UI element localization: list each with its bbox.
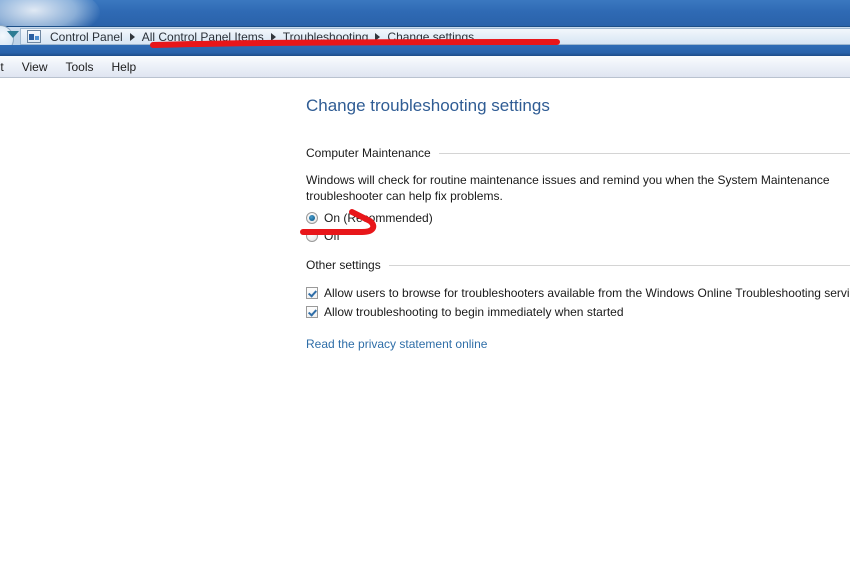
privacy-statement-link[interactable]: Read the privacy statement online bbox=[306, 337, 487, 351]
menu-item-view[interactable]: View bbox=[22, 60, 48, 74]
control-panel-icon bbox=[27, 30, 41, 43]
menu-item-tools[interactable]: Tools bbox=[65, 60, 93, 74]
radio-on-label: On (Recommended) bbox=[324, 210, 433, 225]
content-pane: Change troubleshooting settings Computer… bbox=[0, 79, 850, 578]
section-header: Computer Maintenance bbox=[306, 146, 850, 160]
breadcrumb-field[interactable]: Control Panel All Control Panel Items Tr… bbox=[20, 28, 850, 45]
section-header: Other settings bbox=[306, 258, 850, 272]
menu-bar: dit View Tools Help bbox=[0, 56, 850, 78]
breadcrumb-item-change-settings[interactable]: Change settings bbox=[387, 30, 474, 44]
maintenance-description: Windows will check for routine maintenan… bbox=[306, 173, 830, 203]
chevron-right-icon[interactable] bbox=[375, 32, 381, 41]
section-title: Other settings bbox=[306, 258, 381, 272]
checkbox-allow-begin-immediately-icon[interactable] bbox=[306, 306, 318, 318]
breadcrumb-item-troubleshooting[interactable]: Troubleshooting bbox=[283, 30, 369, 44]
radio-option-on[interactable]: On (Recommended) bbox=[306, 209, 850, 226]
address-bar: Control Panel All Control Panel Items Tr… bbox=[0, 26, 850, 45]
page-title: Change troubleshooting settings bbox=[306, 96, 550, 115]
radio-option-off[interactable]: Off bbox=[306, 227, 850, 244]
control-panel-window: Control Panel All Control Panel Items Tr… bbox=[0, 0, 850, 578]
radio-off-icon[interactable] bbox=[306, 229, 318, 242]
section-computer-maintenance: Computer Maintenance Windows will check … bbox=[306, 146, 850, 244]
chevron-right-icon[interactable] bbox=[129, 32, 135, 41]
menu-item-help[interactable]: Help bbox=[112, 60, 137, 74]
section-divider bbox=[388, 264, 850, 266]
section-title: Computer Maintenance bbox=[306, 146, 431, 160]
chevron-right-icon[interactable] bbox=[270, 32, 276, 41]
menu-item-edit[interactable]: dit bbox=[0, 60, 4, 74]
checkbox-allow-begin-immediately-label: Allow troubleshooting to begin immediate… bbox=[324, 305, 624, 319]
checkbox-allow-browse-icon[interactable] bbox=[306, 287, 318, 299]
window-frame-band bbox=[0, 45, 850, 56]
radio-off-label: Off bbox=[324, 228, 340, 243]
window-title-bar bbox=[0, 0, 850, 40]
radio-on-icon[interactable] bbox=[306, 211, 318, 224]
section-other-settings: Other settings Allow users to browse for… bbox=[306, 258, 850, 321]
breadcrumb-item-control-panel[interactable]: Control Panel bbox=[50, 30, 123, 44]
section-divider bbox=[438, 152, 850, 154]
chevron-down-icon[interactable] bbox=[7, 31, 19, 38]
checkbox-allow-browse-label: Allow users to browse for troubleshooter… bbox=[324, 286, 850, 300]
checkbox-allow-browse[interactable]: Allow users to browse for troubleshooter… bbox=[306, 284, 850, 302]
breadcrumb-item-all-control-panel-items[interactable]: All Control Panel Items bbox=[142, 30, 264, 44]
checkbox-allow-begin-immediately[interactable]: Allow troubleshooting to begin immediate… bbox=[306, 303, 850, 321]
